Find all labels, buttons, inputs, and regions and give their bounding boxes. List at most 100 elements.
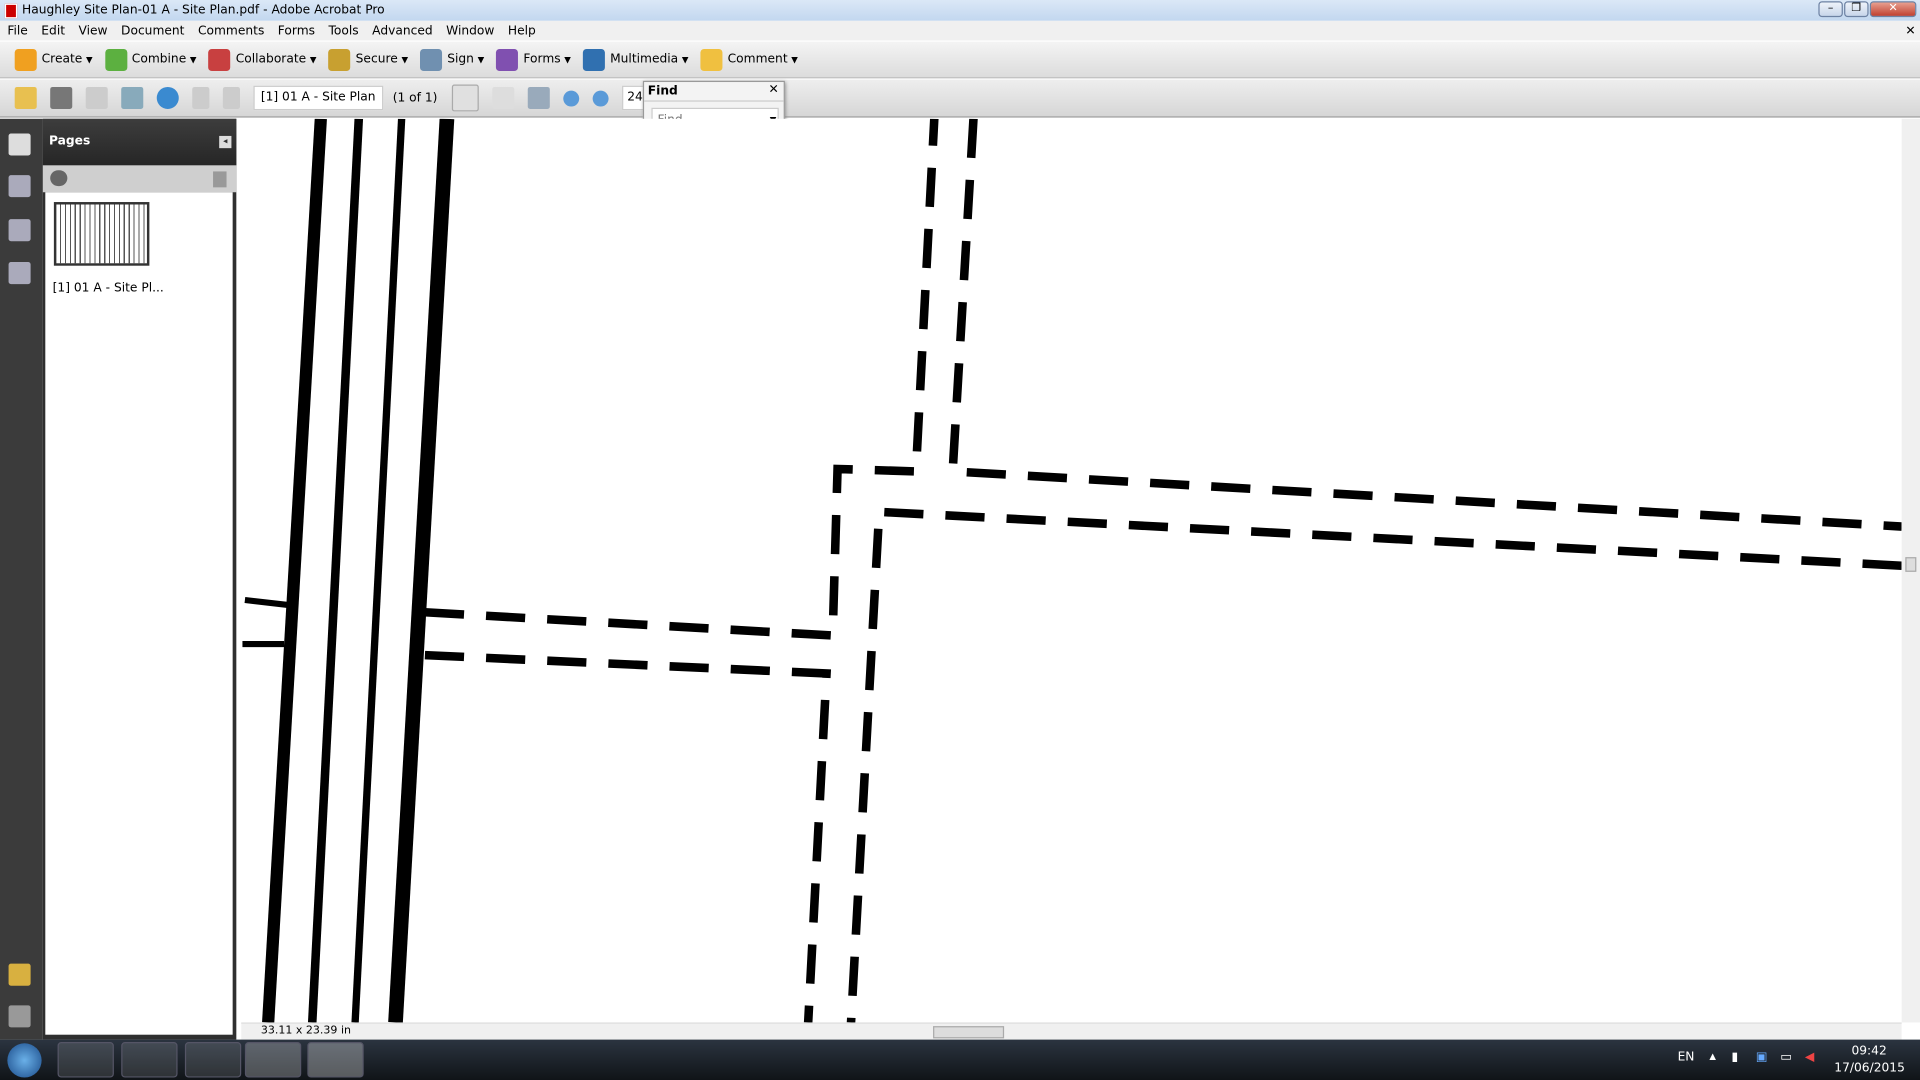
pages-icon[interactable]	[8, 133, 31, 156]
select-tool-icon[interactable]	[452, 84, 480, 112]
layers-icon[interactable]	[8, 219, 31, 242]
language-indicator[interactable]: EN	[1678, 1051, 1695, 1064]
previous-page-icon[interactable]	[192, 86, 210, 109]
pages-panel: Pages ◂ [1] 01 A - Site Pl...	[42, 118, 237, 1040]
save-icon[interactable]	[85, 86, 108, 109]
email-icon[interactable]	[121, 86, 144, 109]
horizontal-scroll-thumb[interactable]	[933, 1026, 1005, 1039]
boundary-line	[388, 118, 455, 1023]
menu-advanced[interactable]: Advanced	[372, 24, 432, 37]
dropdown-arrow-icon[interactable]: ▼	[791, 54, 798, 64]
menu-view[interactable]: View	[79, 24, 108, 37]
navigation-toolbar: [1] 01 A - Site Plan (1 of 1) 2400%	[0, 79, 1920, 118]
page-number-field[interactable]: [1] 01 A - Site Plan	[253, 85, 383, 111]
pages-panel-title: Pages	[48, 134, 91, 149]
dropdown-arrow-icon[interactable]: ▼	[401, 54, 408, 64]
vertical-scroll-thumb[interactable]	[1905, 557, 1917, 572]
security-tray-icon[interactable]: ▣	[1756, 1051, 1768, 1064]
menu-comments[interactable]: Comments	[198, 24, 264, 37]
menu-file[interactable]: File	[7, 24, 27, 37]
toolbar-label: Multimedia	[610, 52, 679, 67]
dropdown-arrow-icon[interactable]: ▼	[190, 54, 197, 64]
horizontal-scrollbar[interactable]: 33.11 x 23.39 in	[241, 1022, 1902, 1040]
comment-icon	[700, 48, 723, 71]
attachments-icon[interactable]	[8, 1005, 31, 1028]
volume-muted-icon[interactable]: ◀	[1805, 1051, 1814, 1064]
dropdown-arrow-icon[interactable]: ▼	[682, 54, 689, 64]
collaborate-button[interactable]: Collaborate ▼	[208, 48, 317, 71]
dropdown-arrow-icon[interactable]: ▼	[478, 54, 485, 64]
toolbar-label: Forms	[523, 52, 561, 67]
chrome-task-icon[interactable]	[121, 1042, 178, 1078]
close-document-icon[interactable]: ✕	[1905, 24, 1915, 37]
zoom-in-icon[interactable]	[592, 90, 609, 106]
pdf-task-icon[interactable]	[307, 1042, 364, 1078]
tray-icon[interactable]: ▮	[1731, 1051, 1738, 1064]
start-button[interactable]	[7, 1043, 42, 1078]
next-page-icon[interactable]	[222, 86, 241, 109]
menu-window[interactable]: Window	[446, 24, 494, 37]
clock-time[interactable]: 09:42	[1851, 1044, 1886, 1057]
boundary-line	[351, 118, 406, 1023]
outlook-task-icon[interactable]	[184, 1042, 242, 1078]
dropdown-arrow-icon[interactable]: ▼	[564, 54, 571, 64]
toolbar-label: Create	[41, 52, 83, 67]
find-title: Find	[644, 82, 784, 102]
page-size: 33.11 x 23.39 in	[260, 1024, 352, 1038]
title-bar: Haughley Site Plan-01 A - Site Plan.pdf …	[0, 0, 1920, 21]
zoom-out-icon[interactable]	[563, 90, 580, 106]
web-upload-icon[interactable]	[156, 86, 179, 109]
explorer-task-icon[interactable]	[57, 1042, 114, 1078]
road-edge-dashed	[948, 118, 1902, 531]
toolbar-label: Sign	[447, 52, 474, 67]
close-find-icon[interactable]: ✕	[769, 83, 779, 96]
hand-tool-icon[interactable]	[492, 86, 515, 109]
create-button[interactable]: Create ▼	[14, 48, 93, 71]
thumbnail-label: [1] 01 A - Site Pl...	[52, 281, 164, 296]
menu-document[interactable]: Document	[121, 24, 184, 37]
vertical-scrollbar[interactable]	[1901, 118, 1920, 1023]
menu-bar: File Edit View Document Comments Forms T…	[0, 20, 1920, 41]
bookmarks-icon[interactable]	[8, 175, 31, 198]
boundary-line	[262, 118, 327, 1023]
collaborate-icon	[208, 48, 231, 71]
comments-icon[interactable]	[8, 963, 31, 986]
toolbar-label: Comment	[727, 52, 788, 67]
options-gear-icon[interactable]	[50, 170, 68, 187]
multimedia-button[interactable]: Multimedia ▼	[583, 48, 689, 71]
combine-button[interactable]: Combine ▼	[104, 48, 197, 71]
pdf-icon	[4, 3, 18, 18]
page-thumbnail[interactable]	[53, 202, 150, 266]
marquee-zoom-icon[interactable]	[528, 86, 551, 109]
acrobat-task-icon[interactable]	[244, 1042, 302, 1078]
sign-button[interactable]: Sign ▼	[420, 48, 485, 71]
minimize-button[interactable]: –	[1818, 1, 1843, 18]
open-icon[interactable]	[14, 86, 37, 109]
forms-button[interactable]: Forms ▼	[496, 48, 571, 71]
menu-help[interactable]: Help	[508, 24, 536, 37]
create-icon	[14, 48, 37, 71]
signatures-icon[interactable]	[8, 262, 31, 285]
secure-button[interactable]: Secure ▼	[328, 48, 408, 71]
dropdown-arrow-icon[interactable]: ▼	[310, 54, 317, 64]
clock-date[interactable]: 17/06/2015	[1834, 1062, 1905, 1075]
close-button[interactable]: ✕	[1869, 1, 1917, 18]
collapse-panel-icon[interactable]: ◂	[219, 135, 232, 149]
menu-edit[interactable]: Edit	[41, 24, 65, 37]
toolbar-label: Combine	[131, 52, 187, 67]
page-count: (1 of 1)	[392, 91, 438, 105]
dropdown-arrow-icon[interactable]: ▼	[86, 54, 93, 64]
show-hidden-icons[interactable]: ▲	[1709, 1052, 1716, 1062]
document-view[interactable]	[241, 118, 1902, 1023]
maximize-button[interactable]: ❐	[1844, 1, 1869, 18]
print-icon[interactable]	[50, 86, 73, 109]
lock-icon	[328, 48, 351, 71]
menu-tools[interactable]: Tools	[329, 24, 359, 37]
network-icon[interactable]: ▭	[1780, 1051, 1792, 1064]
comment-button[interactable]: Comment ▼	[700, 48, 798, 71]
menu-forms[interactable]: Forms	[278, 24, 315, 37]
forms-icon	[496, 48, 519, 71]
toolbar-label: Secure	[355, 52, 398, 67]
navigation-pane-bar	[0, 118, 43, 1040]
delete-page-icon[interactable]	[213, 171, 227, 188]
